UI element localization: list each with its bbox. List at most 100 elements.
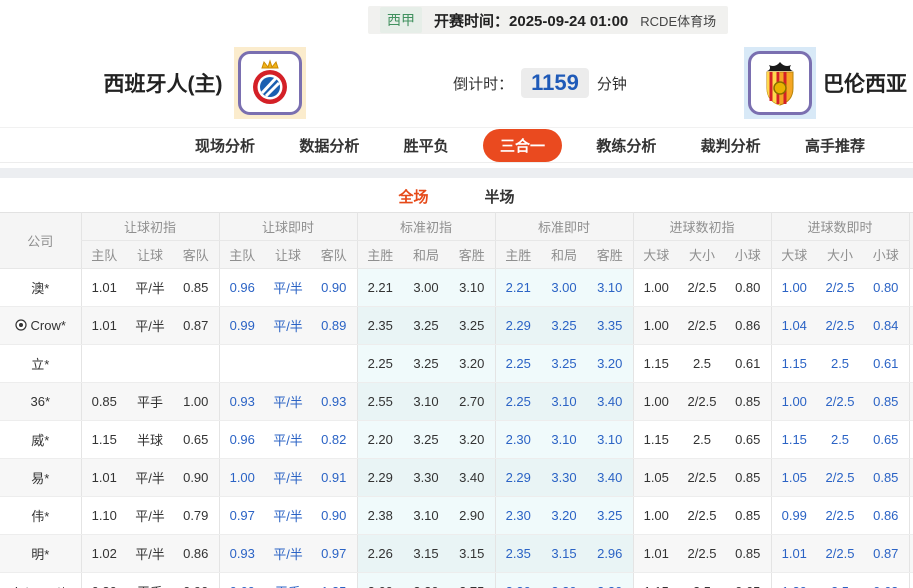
- company-cell[interactable]: 36*: [0, 382, 81, 421]
- odds-cell[interactable]: 2.96: [587, 534, 633, 573]
- odds-cell[interactable]: 3.30: [541, 458, 587, 497]
- odds-cell[interactable]: 平/半: [265, 458, 311, 497]
- odds-cell[interactable]: 1.25: [311, 572, 357, 588]
- company-cell[interactable]: Crow*: [0, 306, 81, 345]
- company-cell[interactable]: 伟*: [0, 496, 81, 535]
- odds-cell[interactable]: 0.85: [863, 382, 910, 421]
- table-row: 立* 2.25 3.25 3.20 2.25 3.25 3.20 1.15 2.5 0.61 1.1…: [0, 344, 913, 383]
- odds-cell[interactable]: 3.25: [541, 344, 587, 383]
- nav-tab-0[interactable]: 现场分析: [185, 131, 265, 160]
- odds-cell[interactable]: 3.25: [587, 496, 633, 535]
- company-cell[interactable]: 澳*: [0, 268, 81, 307]
- odds-cell[interactable]: 平手: [265, 572, 311, 588]
- odds-cell[interactable]: 3.40: [587, 458, 633, 497]
- odds-cell[interactable]: 0.99: [218, 306, 265, 345]
- odds-cell: 2.5: [679, 344, 725, 383]
- odds-cell[interactable]: 0.93: [311, 382, 357, 421]
- odds-cell[interactable]: 2.30: [494, 420, 541, 459]
- odds-cell[interactable]: 1.00: [770, 268, 818, 307]
- odds-cell[interactable]: 0.96: [218, 420, 265, 459]
- odds-cell[interactable]: 平/半: [265, 382, 311, 421]
- odds-cell[interactable]: 2.25: [494, 344, 541, 383]
- odds-cell[interactable]: 0.61: [863, 344, 910, 383]
- odds-cell[interactable]: 0.82: [311, 420, 357, 459]
- odds-cell[interactable]: 3.10: [541, 420, 587, 459]
- company-cell[interactable]: 易*: [0, 458, 81, 497]
- odds-cell[interactable]: 3.20: [587, 344, 633, 383]
- odds-cell[interactable]: 3.00: [541, 268, 587, 307]
- odds-cell[interactable]: 0.84: [863, 306, 910, 345]
- odds-cell[interactable]: 平/半: [265, 534, 311, 573]
- odds-cell[interactable]: 0.65: [863, 420, 910, 459]
- odds-cell[interactable]: 3.35: [587, 306, 633, 345]
- odds-cell[interactable]: 2/2.5: [817, 382, 864, 421]
- odds-cell[interactable]: 2.25: [494, 382, 541, 421]
- odds-cell[interactable]: 0.90: [311, 496, 357, 535]
- odds-cell[interactable]: 2.30: [494, 572, 541, 588]
- odds-cell[interactable]: 1.05: [770, 458, 818, 497]
- odds-cell[interactable]: 0.87: [863, 534, 910, 573]
- company-cell[interactable]: 立*: [0, 344, 81, 383]
- nav-tab-2[interactable]: 胜平负: [394, 131, 459, 160]
- odds-cell[interactable]: 0.85: [863, 458, 910, 497]
- odds-cell[interactable]: 2.29: [494, 306, 541, 345]
- odds-cell[interactable]: 3.20: [541, 496, 587, 535]
- odds-cell[interactable]: 0.93: [218, 382, 265, 421]
- nav-tab-6[interactable]: 高手推荐: [795, 131, 875, 160]
- odds-cell[interactable]: 1.20: [770, 572, 818, 588]
- company-cell[interactable]: 威*: [0, 420, 81, 459]
- nav-tab-1[interactable]: 数据分析: [289, 131, 369, 160]
- odds-cell[interactable]: 平/半: [265, 268, 311, 307]
- odds-cell[interactable]: 2/2.5: [817, 306, 864, 345]
- odds-cell[interactable]: 3.40: [587, 382, 633, 421]
- odds-cell[interactable]: 1.04: [770, 306, 818, 345]
- odds-cell[interactable]: 3.10: [587, 268, 633, 307]
- odds-cell[interactable]: 1.00: [218, 458, 265, 497]
- odds-cell[interactable]: 0.90: [311, 268, 357, 307]
- odds-cell[interactable]: 平/半: [265, 496, 311, 535]
- odds-cell[interactable]: 2.5: [817, 344, 864, 383]
- odds-cell[interactable]: 2/2.5: [817, 268, 864, 307]
- company-cell[interactable]: Interwet*: [0, 572, 81, 588]
- odds-cell[interactable]: 0.99: [770, 496, 818, 535]
- odds-cell[interactable]: 0.60: [218, 572, 265, 588]
- nav-tab-3[interactable]: 三合一: [482, 128, 562, 162]
- subtab-0[interactable]: 全场: [384, 180, 443, 216]
- countdown-label: 倒计时：: [453, 75, 514, 93]
- nav-tab-5[interactable]: 裁判分析: [691, 131, 771, 160]
- odds-cell[interactable]: 3.15: [541, 534, 587, 573]
- odds-cell[interactable]: 0.97: [218, 496, 265, 535]
- odds-cell[interactable]: 3.10: [587, 420, 633, 459]
- odds-cell[interactable]: 2/2.5: [817, 458, 864, 497]
- odds-cell[interactable]: 2/2.5: [817, 496, 864, 535]
- odds-cell[interactable]: 3.10: [541, 382, 587, 421]
- odds-cell[interactable]: 0.63: [863, 572, 910, 588]
- odds-cell[interactable]: 0.93: [218, 534, 265, 573]
- odds-cell[interactable]: 平/半: [265, 306, 311, 345]
- odds-cell[interactable]: 0.91: [311, 458, 357, 497]
- odds-cell[interactable]: 3.25: [541, 306, 587, 345]
- odds-cell[interactable]: 3.30: [587, 572, 633, 588]
- nav-tab-4[interactable]: 教练分析: [586, 131, 666, 160]
- odds-cell: 3.20: [449, 420, 495, 459]
- subtab-1[interactable]: 半场: [479, 180, 521, 213]
- odds-cell[interactable]: 2.5: [817, 572, 864, 588]
- odds-cell[interactable]: 0.80: [863, 268, 910, 307]
- odds-cell[interactable]: 0.89: [311, 306, 357, 345]
- odds-cell[interactable]: 2/2.5: [817, 534, 864, 573]
- odds-cell[interactable]: 0.86: [863, 496, 910, 535]
- odds-cell[interactable]: 2.21: [494, 268, 541, 307]
- odds-cell[interactable]: 2.29: [494, 458, 541, 497]
- odds-cell[interactable]: 平/半: [265, 420, 311, 459]
- odds-cell[interactable]: 1.15: [770, 420, 818, 459]
- odds-cell[interactable]: 1.00: [770, 382, 818, 421]
- odds-cell[interactable]: 2.30: [494, 496, 541, 535]
- odds-cell[interactable]: 2.35: [494, 534, 541, 573]
- odds-cell[interactable]: 0.96: [218, 268, 265, 307]
- odds-cell[interactable]: 1.15: [770, 344, 818, 383]
- odds-cell[interactable]: 3.20: [541, 572, 587, 588]
- company-cell[interactable]: 明*: [0, 534, 81, 573]
- odds-cell[interactable]: 2.5: [817, 420, 864, 459]
- odds-cell[interactable]: 0.97: [311, 534, 357, 573]
- odds-cell[interactable]: 1.01: [770, 534, 818, 573]
